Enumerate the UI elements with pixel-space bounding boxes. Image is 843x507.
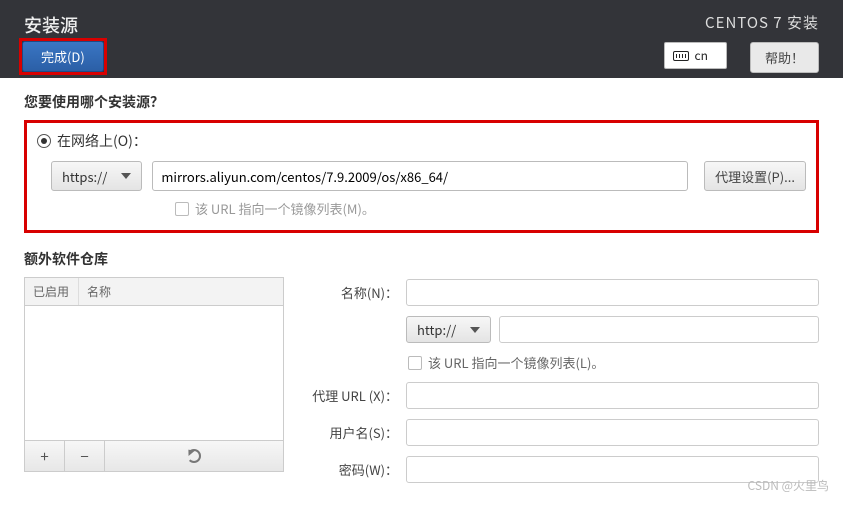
repo-url-input[interactable] [499,316,819,343]
watermark: CSDN @火里鸟 [748,477,829,494]
network-source-highlight: 在网络上(O)： https:// 代理设置(P)... 该 URL 指向一个镜… [24,120,819,233]
chevron-down-icon [121,173,131,179]
repo-list-body[interactable] [24,306,284,441]
repo-col-enabled: 已启用 [25,278,79,305]
protocol-value: https:// [62,167,107,186]
repo-form: 名称(N)： http:// 该 URL 指向一个镜像列表(L)。 代理 [306,279,819,493]
username-label: 用户名(S)： [306,423,406,442]
repo-add-button[interactable]: + [25,441,65,471]
header: 安装源 完成(D) CENTOS 7 安装 cn 帮助！ [0,0,843,78]
reload-icon [187,449,201,463]
help-button[interactable]: 帮助！ [750,42,819,73]
repo-mirrorlist-checkbox[interactable] [408,356,422,370]
proxy-settings-button[interactable]: 代理设置(P)... [704,161,806,191]
source-prompt: 您要使用哪个安装源？ [24,92,819,112]
keyboard-layout-indicator[interactable]: cn [664,42,727,69]
network-radio-label: 在网络上(O)： [57,131,147,151]
repo-list: 已启用 名称 + − [24,277,284,493]
repo-remove-button[interactable]: − [65,441,105,471]
source-url-input[interactable] [152,161,688,191]
done-button-highlight: 完成(D) [19,38,107,75]
repo-protocol-dropdown[interactable]: http:// [406,316,491,343]
repo-name-input[interactable] [406,279,819,306]
network-radio[interactable] [37,134,51,148]
page-title: 安装源 [24,12,78,38]
repo-protocol-value: http:// [417,320,456,339]
proxy-url-input[interactable] [406,382,819,409]
mirrorlist-checkbox[interactable] [175,202,189,216]
protocol-dropdown[interactable]: https:// [51,161,142,191]
repo-reload-button[interactable] [105,441,283,471]
password-label: 密码(W)： [306,460,406,479]
proxy-url-label: 代理 URL (X)： [306,386,406,405]
keyboard-icon [673,51,689,61]
username-input[interactable] [406,419,819,446]
repo-col-name: 名称 [79,278,119,305]
chevron-down-icon [470,327,480,333]
keyboard-layout-label: cn [695,47,708,64]
repo-list-header: 已启用 名称 [24,277,284,306]
installer-title: CENTOS 7 安装 [705,12,819,33]
extra-repos-label: 额外软件仓库 [24,249,819,269]
repo-mirrorlist-label: 该 URL 指向一个镜像列表(L)。 [428,353,604,372]
repo-name-label: 名称(N)： [306,283,406,302]
mirrorlist-label: 该 URL 指向一个镜像列表(M)。 [195,199,375,218]
done-button[interactable]: 完成(D) [22,41,104,72]
